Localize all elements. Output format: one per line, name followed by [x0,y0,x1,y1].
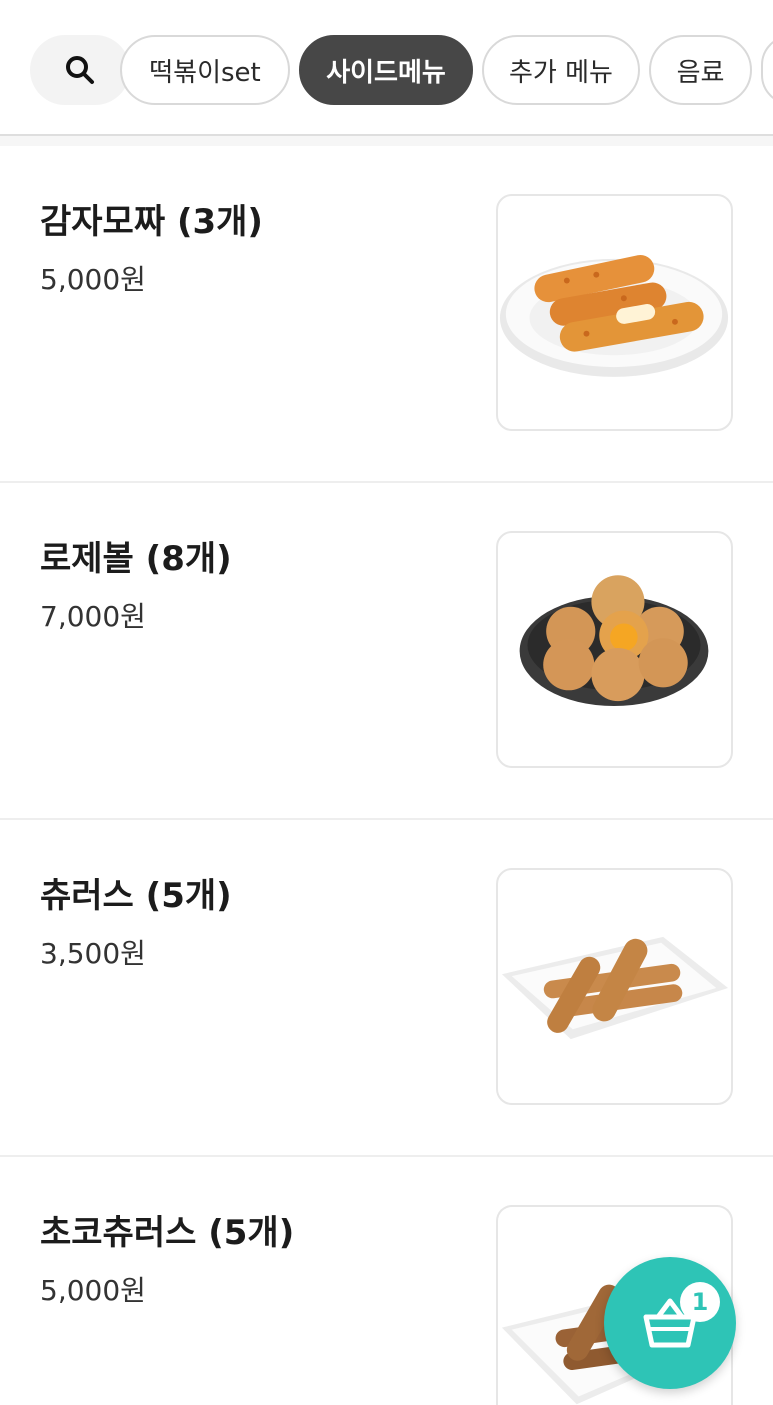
menu-item-price: 5,000원 [40,1274,146,1307]
cart-count-badge: 1 [680,1282,720,1322]
menu-item[interactable]: 로제볼 (8개) 7,000원 [0,483,773,820]
tab-extra-menu[interactable]: 추가 메뉴 [482,35,640,105]
tab-side-menu[interactable]: 사이드메뉴 [299,35,473,105]
menu-item-image [496,868,733,1105]
tab-label: 추가 메뉴 [509,57,613,88]
rose-cheese-balls-image [519,575,709,707]
tab-more[interactable] [761,35,773,105]
tab-label: 음료 [676,57,725,88]
menu-item-image [496,194,733,431]
tab-drinks[interactable]: 음료 [649,35,752,105]
menu-item-name: 감자모짜 (3개) [40,202,263,242]
menu-item[interactable]: 츄러스 (5개) 3,500원 [0,820,773,1157]
menu-item-price: 3,500원 [40,937,146,970]
menu-item[interactable]: 감자모짜 (3개) 5,000원 [0,146,773,483]
search-icon [66,56,94,84]
menu-item-price: 7,000원 [40,600,146,633]
potato-mozzarella-sticks-image [499,255,729,377]
divider [0,136,773,146]
menu-item-image [496,531,733,768]
menu-item-name: 츄러스 (5개) [40,876,232,916]
menu-item-price: 5,000원 [40,263,146,296]
menu-item-name: 로제볼 (8개) [40,539,232,579]
churros-image [501,936,729,1040]
cart-button[interactable] [604,1257,736,1389]
tab-label: 사이드메뉴 [326,57,446,88]
search-button[interactable] [30,35,130,105]
category-bar: 떡볶이set 사이드메뉴 추가 메뉴 음료 [0,0,773,136]
tab-tteokbokki-set[interactable]: 떡볶이set [120,35,290,105]
menu-item-name: 초코츄러스 (5개) [40,1213,295,1253]
tab-label: 떡볶이set [149,57,261,88]
